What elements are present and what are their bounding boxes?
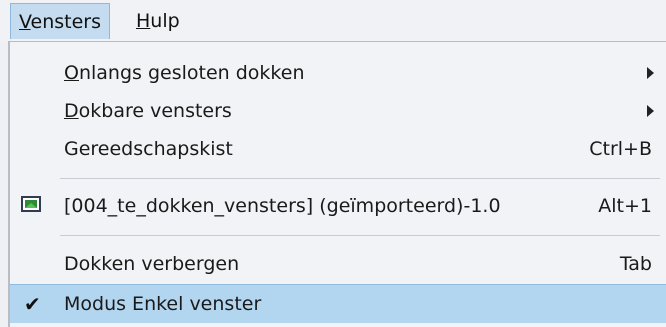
menu-vensters-accel: V: [19, 11, 31, 33]
menu-item-shortcut: Alt+1: [598, 195, 652, 217]
menu-item-label: Modus Enkel venster: [64, 293, 262, 315]
menu-item-label-rest: okbare vensters: [78, 100, 232, 122]
checkmark-icon: ✔: [24, 292, 41, 316]
menu-item-label: Dokken verbergen: [64, 253, 240, 275]
window-icon: [21, 196, 41, 212]
menu-item-dokken-verbergen[interactable]: Dokken verbergen Tab: [10, 245, 666, 283]
menu-item-accel: O: [64, 62, 79, 84]
menu-item-gereedschapskist[interactable]: Gereedschapskist Ctrl+B: [10, 130, 666, 168]
menu-item-label: Gereedschapskist: [64, 138, 233, 160]
menu-hulp[interactable]: Hulp: [130, 3, 186, 39]
menu-separator: [60, 235, 660, 236]
menu-item-label: Dokbare vensters: [64, 92, 232, 130]
menu-hulp-accel: H: [136, 10, 151, 32]
menu-item-label: Onlangs gesloten dokken: [64, 54, 305, 92]
menu-hulp-label: ulp: [150, 10, 180, 32]
menu-vensters[interactable]: Vensters: [10, 3, 111, 39]
menu-bar: Vensters Hulp: [0, 0, 666, 42]
menu-item-label: [004_te_dokken_vensters] (geïmporteerd)-…: [64, 195, 501, 217]
submenu-arrow-icon: [647, 105, 654, 117]
menu-item-shortcut: Ctrl+B: [589, 138, 652, 160]
application-window: Vensters Hulp Onlangs gesloten dokken Do…: [0, 0, 666, 327]
menu-separator: [60, 178, 660, 179]
menu-vensters-label: ensters: [30, 11, 102, 33]
vensters-dropdown-menu: Onlangs gesloten dokken Dokbare vensters…: [8, 41, 666, 327]
submenu-arrow-icon: [647, 67, 654, 79]
window-icon-picture: [25, 200, 37, 208]
menu-item-dokbare-vensters[interactable]: Dokbare vensters: [10, 92, 666, 130]
menu-item-modus-enkel-venster[interactable]: ✔ Modus Enkel venster: [10, 284, 666, 323]
menu-item-shortcut: Tab: [619, 253, 652, 275]
menu-item-open-window[interactable]: [004_te_dokken_vensters] (geïmporteerd)-…: [10, 187, 666, 225]
menu-item-accel: D: [64, 100, 79, 122]
menu-item-onlangs-gesloten-dokken[interactable]: Onlangs gesloten dokken: [10, 54, 666, 92]
menu-item-label-rest: nlangs gesloten dokken: [78, 62, 305, 84]
